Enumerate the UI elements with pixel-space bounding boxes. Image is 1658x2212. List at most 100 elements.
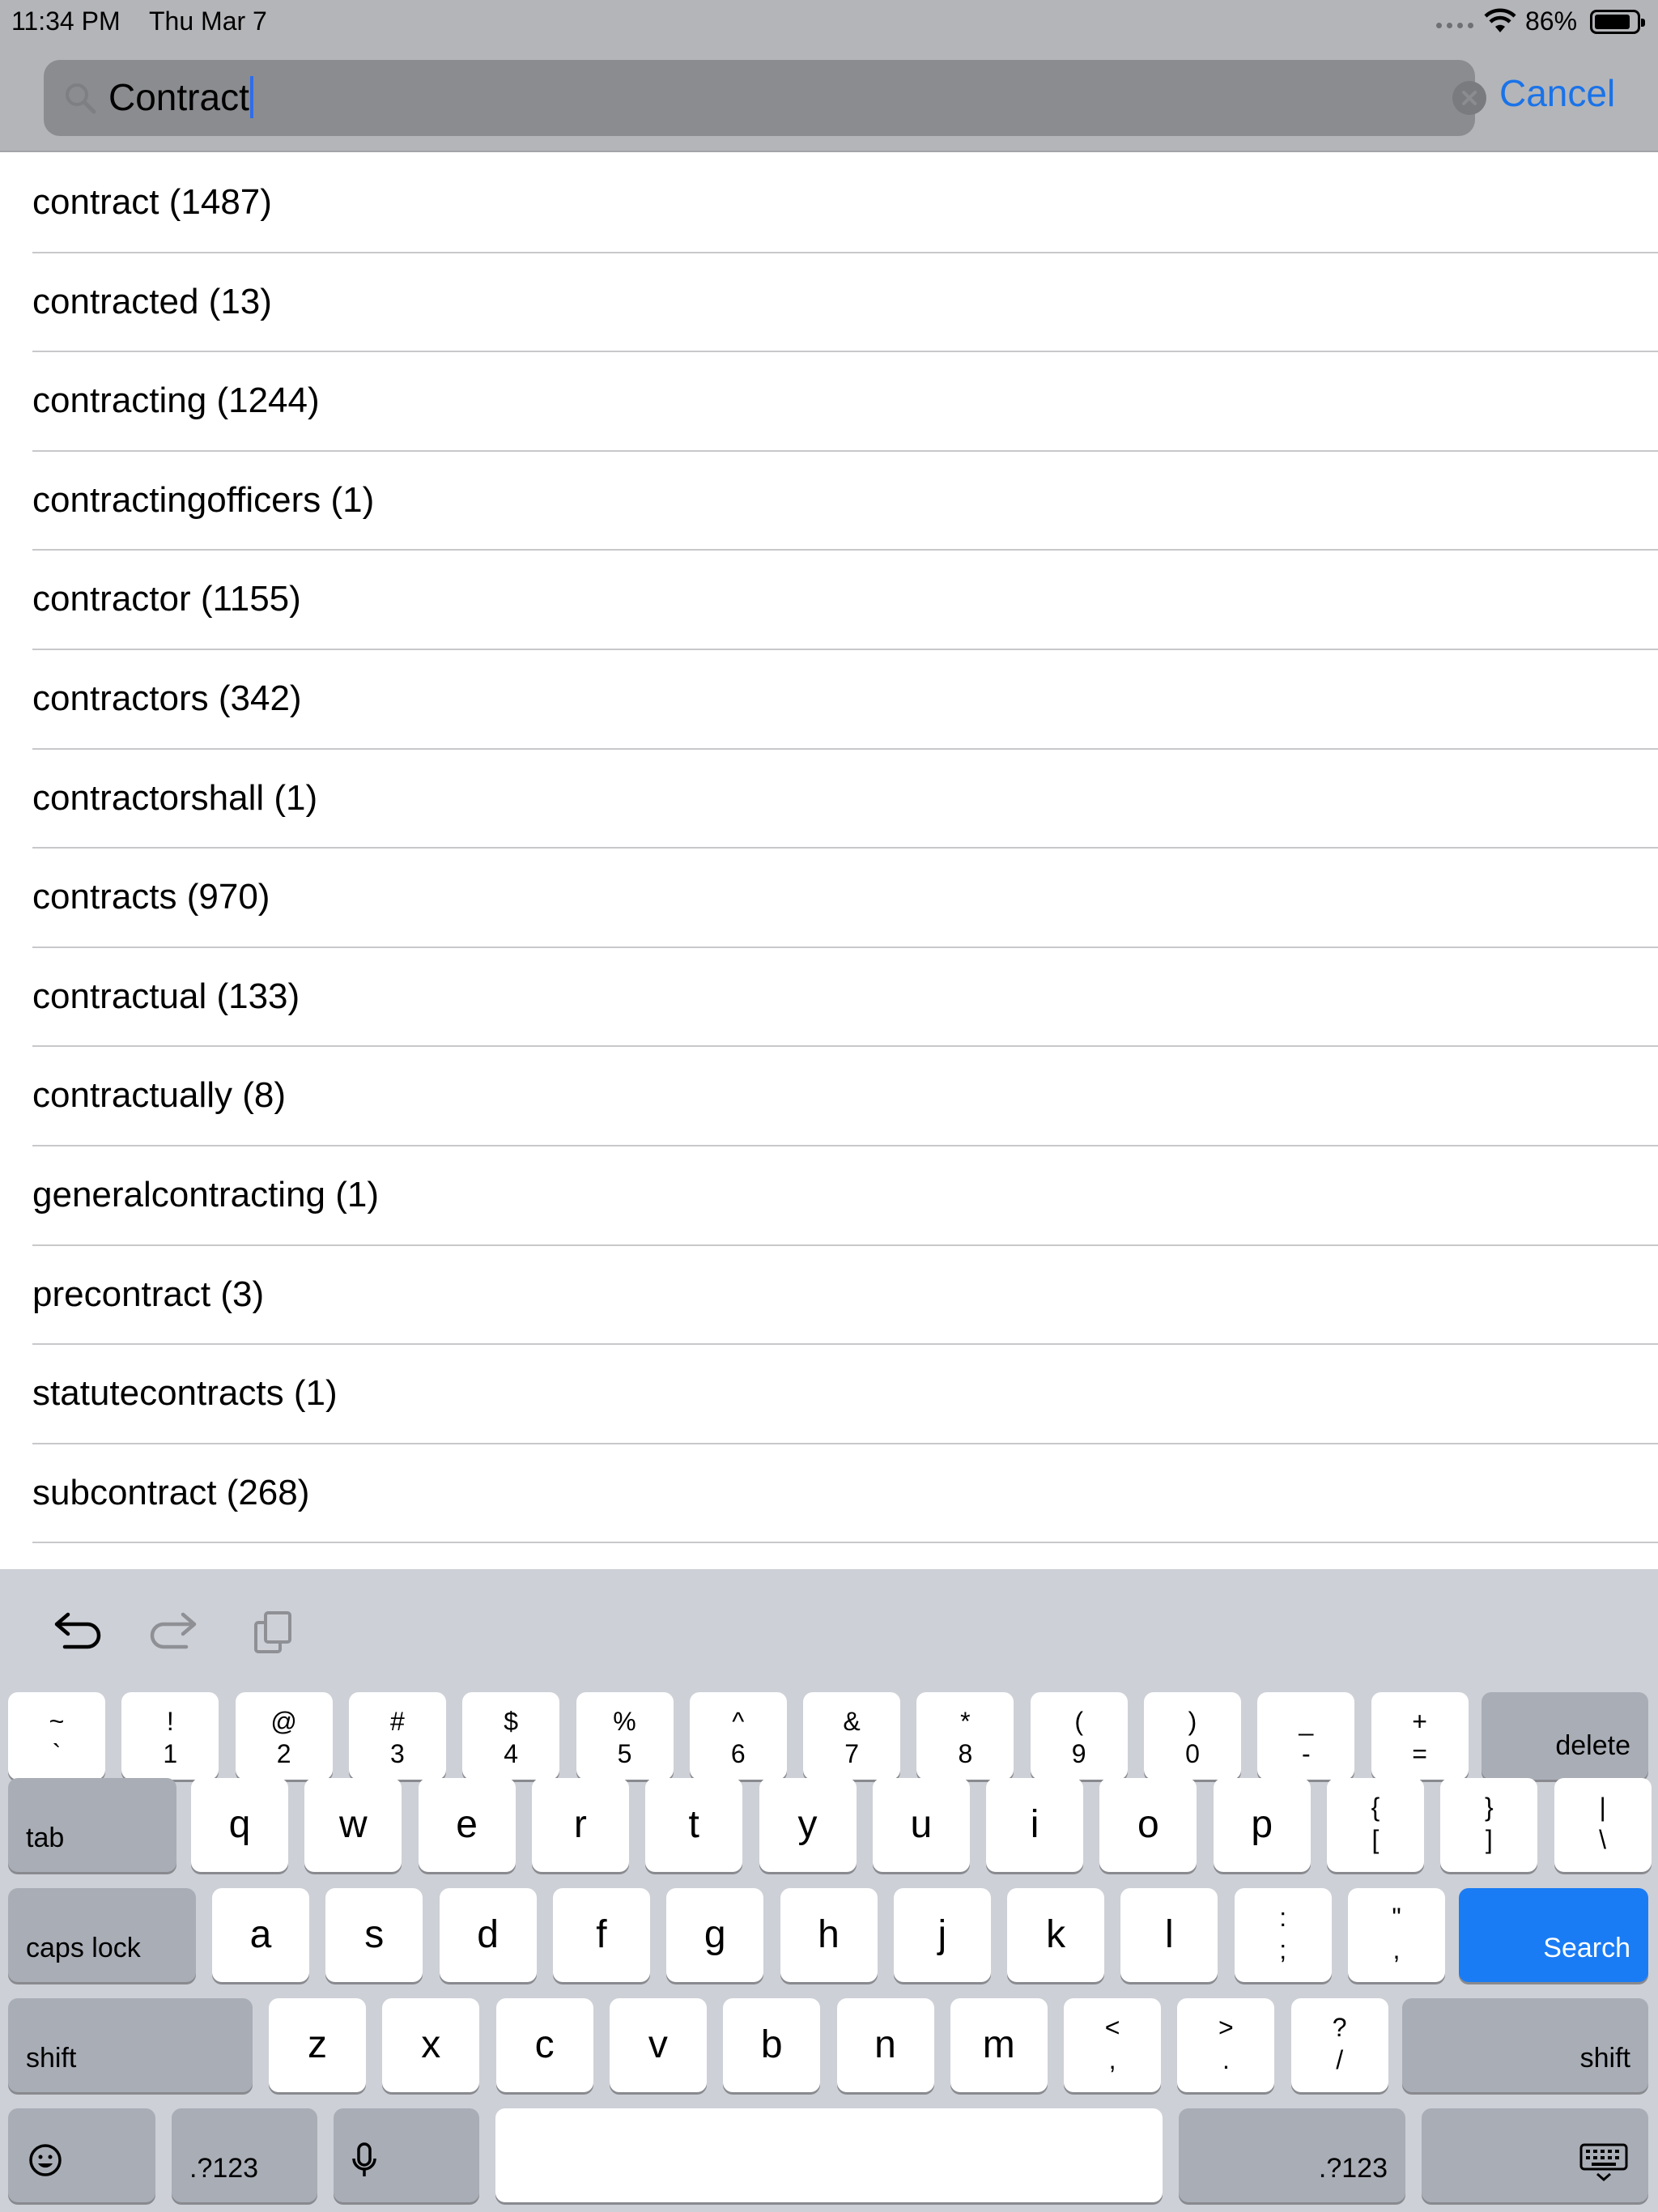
key-f[interactable]: f: [552, 1888, 650, 1982]
key-l[interactable]: l: [1120, 1888, 1218, 1982]
result-row[interactable]: precontract (3): [32, 1246, 1658, 1346]
result-row[interactable]: contract (1487): [32, 154, 1658, 253]
key-o[interactable]: o: [1099, 1778, 1197, 1872]
right-shift-key[interactable]: shift: [1402, 1998, 1648, 2092]
key-y[interactable]: y: [759, 1778, 857, 1872]
key-symbol-7[interactable]: ? /: [1290, 1998, 1388, 2092]
cancel-button[interactable]: Cancel: [1499, 71, 1615, 115]
key-s[interactable]: s: [325, 1888, 423, 1982]
key-u[interactable]: u: [872, 1778, 970, 1872]
emoji-key[interactable]: [8, 2108, 155, 2202]
result-row[interactable]: contractors (342): [32, 650, 1658, 750]
dismiss-keyboard-key[interactable]: [1422, 2108, 1648, 2202]
clear-search-icon[interactable]: [1452, 81, 1486, 115]
key-r[interactable]: r: [531, 1778, 629, 1872]
key-w[interactable]: w: [304, 1778, 402, 1872]
key-label: k: [1046, 1913, 1066, 1956]
key-symbol-6[interactable]: >.: [1177, 1998, 1275, 2092]
key-q[interactable]: q: [191, 1778, 288, 1872]
key-symbol: ,: [1108, 2045, 1116, 2074]
key-c[interactable]: c: [495, 1998, 593, 2092]
numbers-key-right[interactable]: .?123: [1179, 2108, 1405, 2202]
undo-icon[interactable]: [47, 1605, 104, 1658]
clipboard-icon[interactable]: [246, 1605, 303, 1658]
key-6[interactable]: ^ 6: [689, 1692, 787, 1780]
key-x[interactable]: x: [382, 1998, 480, 2092]
key-b[interactable]: b: [723, 1998, 821, 2092]
result-label: statutecontracts (1): [32, 1373, 338, 1414]
key-label: .?123: [189, 2153, 259, 2184]
key-p[interactable]: p: [1213, 1778, 1311, 1872]
result-row[interactable]: contractorshall (1): [32, 750, 1658, 849]
onscreen-keyboard: ~ `! 1 @2 #3 $4% 5 ^ 6 & 7 * 8(9) 0 _ - + = delete tab q w e r t…: [0, 1569, 1658, 2212]
key-symbol: 7: [844, 1739, 859, 1768]
key-7[interactable]: & 7: [803, 1692, 901, 1780]
search-field[interactable]: Contract: [44, 60, 1486, 136]
key-symbol: 9: [1071, 1739, 1086, 1768]
key-a[interactable]: a: [212, 1888, 309, 1982]
key-z[interactable]: z: [269, 1998, 366, 2092]
key-symbol-0[interactable]: {[: [1327, 1778, 1424, 1872]
numbers-key[interactable]: .?123: [172, 2108, 317, 2202]
key-e[interactable]: e: [418, 1778, 516, 1872]
key-m[interactable]: m: [950, 1998, 1048, 2092]
result-row[interactable]: generalcontracting (1): [32, 1146, 1658, 1246]
key-label: j: [937, 1913, 947, 1956]
result-label: precontract (3): [32, 1274, 265, 1314]
redo-icon[interactable]: [147, 1605, 204, 1658]
cellular-dots-icon: [1436, 23, 1473, 28]
key-v[interactable]: v: [609, 1998, 707, 2092]
key-t[interactable]: t: [645, 1778, 743, 1872]
result-row[interactable]: contracted (13): [32, 253, 1658, 353]
key-d[interactable]: d: [439, 1888, 537, 1982]
left-shift-key[interactable]: shift: [8, 1998, 253, 2092]
key-h[interactable]: h: [780, 1888, 878, 1982]
key-`[interactable]: ~ `: [8, 1692, 105, 1780]
key-label: z: [308, 2023, 327, 2066]
result-row[interactable]: contracts (970): [32, 849, 1658, 948]
key-2[interactable]: @2: [235, 1692, 333, 1780]
space-key[interactable]: [495, 2108, 1163, 2202]
delete-key[interactable]: delete: [1482, 1692, 1648, 1780]
key-1[interactable]: ! 1: [121, 1692, 219, 1780]
result-row[interactable]: contracting (1244): [32, 352, 1658, 452]
key-i[interactable]: i: [986, 1778, 1084, 1872]
key-g[interactable]: g: [666, 1888, 764, 1982]
result-row[interactable]: contractual (133): [32, 948, 1658, 1048]
key-0[interactable]: ) 0: [1144, 1692, 1241, 1780]
result-label: contracting (1244): [32, 381, 320, 421]
caps-lock-key[interactable]: caps lock: [8, 1888, 196, 1982]
key-j[interactable]: j: [893, 1888, 991, 1982]
result-row[interactable]: contractor (1155): [32, 551, 1658, 650]
key-n[interactable]: n: [836, 1998, 934, 2092]
key-label: w: [338, 1803, 368, 1846]
key-symbol-4[interactable]: ",: [1348, 1888, 1445, 1982]
key-symbol: 0: [1185, 1739, 1200, 1768]
key-shift-symbol: }: [1484, 1793, 1494, 1822]
search-input[interactable]: Contract: [108, 74, 253, 120]
key-5[interactable]: % 5: [576, 1692, 674, 1780]
key-9[interactable]: (9: [1030, 1692, 1128, 1780]
key--[interactable]: _ -: [1257, 1692, 1355, 1780]
key-symbol: 6: [730, 1739, 746, 1768]
dictation-key[interactable]: [334, 2108, 479, 2202]
key-symbol-3[interactable]: :;: [1234, 1888, 1332, 1982]
key-symbol-1[interactable]: }]: [1440, 1778, 1538, 1872]
key-3[interactable]: #3: [348, 1692, 446, 1780]
result-row[interactable]: statutecontracts (1): [32, 1345, 1658, 1444]
key-4[interactable]: $4: [462, 1692, 560, 1780]
key-k[interactable]: k: [1007, 1888, 1105, 1982]
search-key[interactable]: Search: [1459, 1888, 1648, 1982]
result-row[interactable]: contractingofficers (1): [32, 452, 1658, 551]
result-label: contract (1487): [32, 182, 272, 222]
key-shift-symbol: %: [613, 1707, 636, 1736]
key-symbol: .: [1222, 2045, 1230, 2074]
key-label: tab: [26, 1823, 65, 1853]
key-=[interactable]: + =: [1371, 1692, 1469, 1780]
key-symbol-5[interactable]: <,: [1064, 1998, 1162, 2092]
result-row[interactable]: subcontract (268): [32, 1444, 1658, 1544]
tab-key[interactable]: tab: [8, 1778, 176, 1872]
result-row[interactable]: contractually (8): [32, 1047, 1658, 1146]
key-8[interactable]: * 8: [916, 1692, 1014, 1780]
key-symbol-2[interactable]: | \: [1554, 1778, 1652, 1872]
